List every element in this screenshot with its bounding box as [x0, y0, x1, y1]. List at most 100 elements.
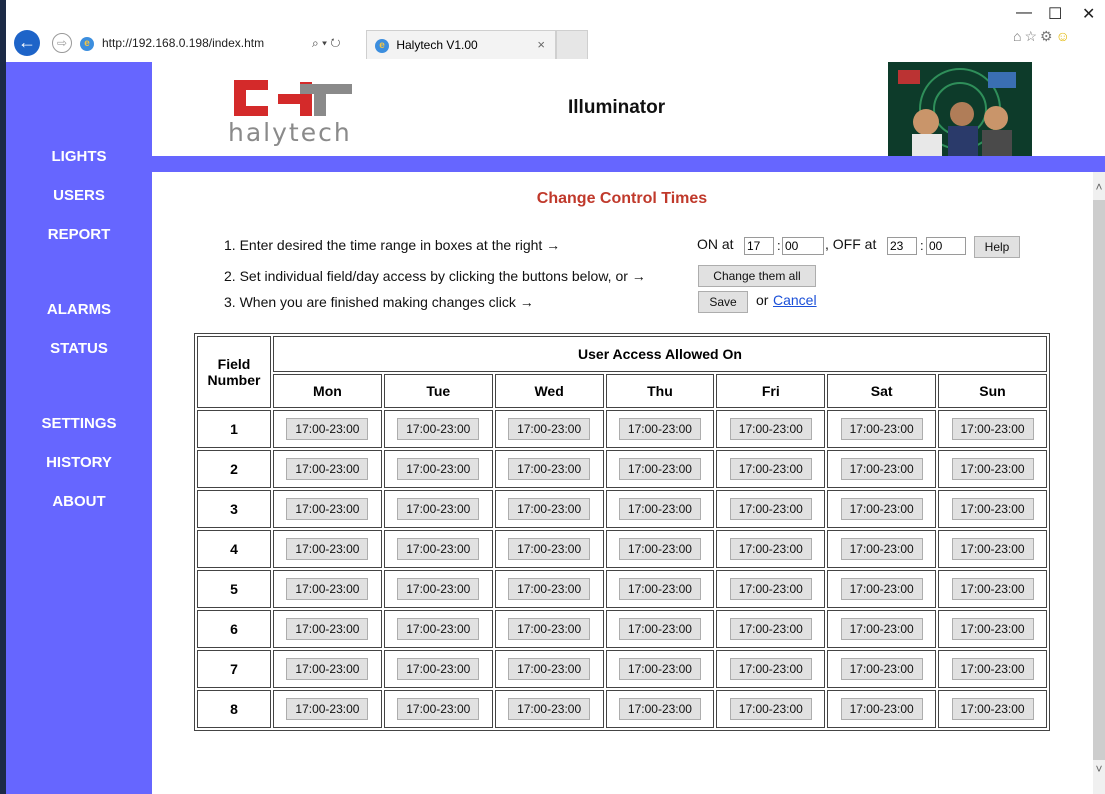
time-range-button[interactable]: 17:00-23:00: [397, 498, 480, 520]
nav-settings[interactable]: SETTINGS: [6, 415, 152, 432]
time-range-button[interactable]: 17:00-23:00: [286, 538, 369, 560]
time-range-button[interactable]: 17:00-23:00: [286, 698, 369, 720]
time-range-button[interactable]: 17:00-23:00: [618, 458, 701, 480]
forward-button[interactable]: ⇨: [52, 33, 72, 53]
time-range-button[interactable]: 17:00-23:00: [951, 698, 1034, 720]
time-range-button[interactable]: 17:00-23:00: [729, 498, 812, 520]
nav-lights[interactable]: LIGHTS: [6, 148, 152, 165]
favorites-icon[interactable]: ☆: [1024, 28, 1040, 44]
time-range-button[interactable]: 17:00-23:00: [729, 418, 812, 440]
time-range-button[interactable]: 17:00-23:00: [397, 698, 480, 720]
time-range-button[interactable]: 17:00-23:00: [286, 658, 369, 680]
time-cell: 17:00-23:00: [605, 690, 715, 728]
time-range-button[interactable]: 17:00-23:00: [508, 538, 591, 560]
time-range-button[interactable]: 17:00-23:00: [618, 578, 701, 600]
instruction-step-2: 2. Set individual field/day access by cl…: [224, 268, 646, 284]
time-range-button[interactable]: 17:00-23:00: [840, 658, 923, 680]
time-range-button[interactable]: 17:00-23:00: [508, 698, 591, 720]
time-range-button[interactable]: 17:00-23:00: [951, 538, 1034, 560]
time-range-button[interactable]: 17:00-23:00: [840, 458, 923, 480]
on-hour-input[interactable]: [744, 237, 774, 255]
close-button[interactable]: ✕: [1082, 4, 1095, 24]
time-range-button[interactable]: 17:00-23:00: [397, 418, 480, 440]
nav-status[interactable]: STATUS: [6, 340, 152, 357]
change-them-all-button[interactable]: Change them all: [698, 265, 816, 287]
time-range-button[interactable]: 17:00-23:00: [618, 698, 701, 720]
time-range-button[interactable]: 17:00-23:00: [840, 698, 923, 720]
time-range-button[interactable]: 17:00-23:00: [951, 578, 1034, 600]
time-range-button[interactable]: 17:00-23:00: [951, 498, 1034, 520]
time-range-button[interactable]: 17:00-23:00: [397, 618, 480, 640]
time-cell: 17:00-23:00: [273, 530, 382, 568]
field-number-header: Field Number: [197, 336, 271, 408]
on-at-label: ON at: [697, 236, 734, 252]
time-range-button[interactable]: 17:00-23:00: [618, 498, 701, 520]
time-range-button[interactable]: 17:00-23:00: [840, 578, 923, 600]
settings-icon[interactable]: ⚙: [1040, 28, 1056, 44]
time-range-button[interactable]: 17:00-23:00: [729, 618, 812, 640]
time-range-button[interactable]: 17:00-23:00: [286, 578, 369, 600]
time-range-button[interactable]: 17:00-23:00: [286, 458, 369, 480]
time-range-button[interactable]: 17:00-23:00: [397, 658, 480, 680]
time-range-button[interactable]: 17:00-23:00: [618, 618, 701, 640]
help-button[interactable]: Help: [974, 236, 1020, 258]
scrollbar-thumb[interactable]: [1093, 200, 1105, 760]
smiley-icon[interactable]: ☺: [1056, 28, 1073, 44]
browser-tab[interactable]: e Halytech V1.00 ×: [366, 30, 556, 59]
nav-users[interactable]: USERS: [6, 187, 152, 204]
time-range-button[interactable]: 17:00-23:00: [508, 498, 591, 520]
time-range-button[interactable]: 17:00-23:00: [508, 578, 591, 600]
new-tab-button[interactable]: [556, 30, 588, 59]
time-range-button[interactable]: 17:00-23:00: [618, 418, 701, 440]
save-button[interactable]: Save: [698, 291, 748, 313]
time-range-button[interactable]: 17:00-23:00: [951, 458, 1034, 480]
time-range-button[interactable]: 17:00-23:00: [729, 578, 812, 600]
instruction-step-1: 1. Enter desired the time range in boxes…: [224, 237, 561, 253]
time-range-button[interactable]: 17:00-23:00: [840, 538, 923, 560]
time-range-button[interactable]: 17:00-23:00: [729, 458, 812, 480]
time-range-button[interactable]: 17:00-23:00: [286, 618, 369, 640]
time-range-button[interactable]: 17:00-23:00: [508, 458, 591, 480]
time-range-button[interactable]: 17:00-23:00: [729, 658, 812, 680]
time-range-button[interactable]: 17:00-23:00: [840, 498, 923, 520]
time-range-button[interactable]: 17:00-23:00: [286, 418, 369, 440]
tab-close-icon[interactable]: ×: [537, 31, 545, 59]
time-range-button[interactable]: 17:00-23:00: [618, 658, 701, 680]
time-range-button[interactable]: 17:00-23:00: [951, 418, 1034, 440]
time-range-button[interactable]: 17:00-23:00: [397, 458, 480, 480]
on-minute-input[interactable]: [782, 237, 824, 255]
address-url[interactable]: http://192.168.0.198/index.htm: [102, 32, 264, 54]
time-range-button[interactable]: 17:00-23:00: [397, 578, 480, 600]
time-range-button[interactable]: 17:00-23:00: [840, 418, 923, 440]
time-range-button[interactable]: 17:00-23:00: [729, 698, 812, 720]
time-cell: 17:00-23:00: [716, 610, 826, 648]
time-range-button[interactable]: 17:00-23:00: [951, 618, 1034, 640]
off-minute-input[interactable]: [926, 237, 966, 255]
time-range-button[interactable]: 17:00-23:00: [508, 618, 591, 640]
nav-history[interactable]: HISTORY: [6, 454, 152, 471]
scroll-up-icon[interactable]: ˄: [1093, 180, 1105, 194]
off-hour-input[interactable]: [887, 237, 917, 255]
nav-alarms[interactable]: ALARMS: [6, 301, 152, 318]
time-cell: 17:00-23:00: [605, 610, 715, 648]
cancel-link[interactable]: Cancel: [773, 292, 817, 308]
time-range-button[interactable]: 17:00-23:00: [397, 538, 480, 560]
address-bar[interactable]: e http://192.168.0.198/index.htm ⌕ ▾ ↻: [80, 32, 360, 54]
back-button[interactable]: ←: [14, 30, 40, 56]
time-range-button[interactable]: 17:00-23:00: [729, 538, 812, 560]
time-range-button[interactable]: 17:00-23:00: [951, 658, 1034, 680]
maximize-button[interactable]: ☐: [1048, 4, 1062, 24]
time-range-button[interactable]: 17:00-23:00: [286, 498, 369, 520]
time-range-button[interactable]: 17:00-23:00: [508, 658, 591, 680]
address-tools[interactable]: ⌕ ▾ ↻: [312, 32, 341, 54]
time-range-button[interactable]: 17:00-23:00: [618, 538, 701, 560]
scroll-down-icon[interactable]: ˅: [1093, 762, 1105, 776]
time-range-button[interactable]: 17:00-23:00: [840, 618, 923, 640]
time-cell: 17:00-23:00: [827, 530, 937, 568]
nav-about[interactable]: ABOUT: [6, 493, 152, 510]
time-range-button[interactable]: 17:00-23:00: [508, 418, 591, 440]
minimize-button[interactable]: —: [1016, 4, 1032, 22]
nav-report[interactable]: REPORT: [6, 226, 152, 243]
home-icon[interactable]: ⌂: [1013, 28, 1024, 44]
time-cell: 17:00-23:00: [938, 650, 1047, 688]
